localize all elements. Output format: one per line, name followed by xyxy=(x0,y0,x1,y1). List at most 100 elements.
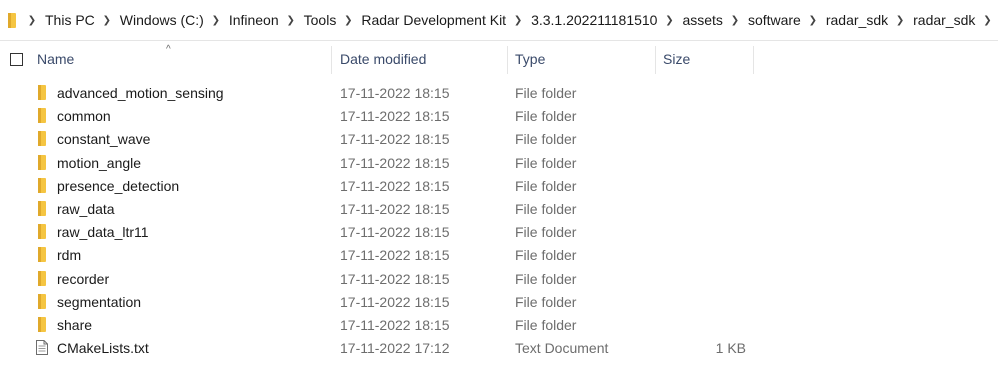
breadcrumb-label[interactable]: radar_sdk xyxy=(911,12,977,28)
chevron-right-icon[interactable]: ❯ xyxy=(511,12,525,28)
column-divider[interactable] xyxy=(331,46,332,74)
column-divider[interactable] xyxy=(655,46,656,74)
breadcrumb-label[interactable]: radar_sdk xyxy=(824,12,890,28)
file-row[interactable]: rdm 17-11-2022 18:15 File folder xyxy=(0,244,998,267)
breadcrumb-item[interactable]: ❯ Infineon xyxy=(206,12,281,28)
folder-icon xyxy=(38,270,46,289)
file-row[interactable]: advanced_motion_sensing 17-11-2022 18:15 F… xyxy=(0,82,998,105)
chevron-right-icon[interactable]: ❯ xyxy=(25,12,39,28)
file-size: 1 KB xyxy=(715,340,746,357)
file-name[interactable]: CMakeLists.txt xyxy=(57,340,149,356)
breadcrumb-label[interactable]: Infineon xyxy=(227,12,281,28)
chevron-right-icon[interactable]: ❯ xyxy=(662,12,676,28)
file-name[interactable]: raw_data_ltr11 xyxy=(57,224,149,240)
column-divider[interactable] xyxy=(753,46,754,74)
chevron-right-icon[interactable]: ❯ xyxy=(806,12,820,28)
file-type: File folder xyxy=(515,316,577,333)
file-name[interactable]: motion_angle xyxy=(57,155,141,171)
breadcrumb-item[interactable]: ❯ radar_sdk xyxy=(890,12,977,28)
breadcrumb-item[interactable]: ❯ assets xyxy=(659,12,724,28)
file-date-modified: 17-11-2022 18:15 xyxy=(340,131,450,148)
breadcrumb-item[interactable]: ❯ radar_sdk xyxy=(803,12,890,28)
select-all-checkbox[interactable] xyxy=(10,53,23,66)
breadcrumb-item[interactable]: ❯ Tools xyxy=(281,12,339,28)
file-name[interactable]: common xyxy=(57,108,111,124)
breadcrumb-item[interactable]: ❯ Windows (C:) xyxy=(97,12,206,28)
file-name[interactable]: constant_wave xyxy=(57,131,150,147)
breadcrumb-label[interactable]: This PC xyxy=(43,12,97,28)
column-divider[interactable] xyxy=(507,46,508,74)
chevron-right-icon[interactable]: ❯ xyxy=(284,12,298,28)
breadcrumb-item[interactable]: ❯ 3.3.1.202211181510 xyxy=(508,12,659,28)
column-name-header[interactable]: Name xyxy=(37,51,74,67)
file-name[interactable]: share xyxy=(57,317,92,333)
chevron-right-icon[interactable]: ❯ xyxy=(728,12,742,28)
file-name[interactable]: rdm xyxy=(57,247,81,263)
file-date-modified: 17-11-2022 18:15 xyxy=(340,316,450,333)
sort-ascending-icon: ^ xyxy=(166,44,171,55)
file-type: File folder xyxy=(515,177,577,194)
breadcrumb-label[interactable]: Tools xyxy=(302,12,339,28)
breadcrumb-item[interactable]: ❯ This PC xyxy=(22,12,97,28)
file-type: File folder xyxy=(515,270,577,287)
breadcrumb-item[interactable]: ❯ software xyxy=(725,12,803,28)
folder-icon xyxy=(38,177,46,196)
column-type-header[interactable]: Type xyxy=(515,51,545,67)
file-name[interactable]: advanced_motion_sensing xyxy=(57,85,224,101)
breadcrumb-label[interactable]: 3.3.1.202211181510 xyxy=(529,12,659,28)
breadcrumb: ❯ This PC ❯ Windows (C:) ❯ Infineon ❯ Tools ❯ Rad… xyxy=(22,0,998,40)
file-name[interactable]: raw_data xyxy=(57,201,115,217)
folder-icon xyxy=(38,316,46,335)
file-date-modified: 17-11-2022 18:15 xyxy=(340,270,450,287)
file-row[interactable]: share 17-11-2022 18:15 File folder xyxy=(0,314,998,337)
file-type: File folder xyxy=(515,85,577,101)
breadcrumb-label[interactable]: assets xyxy=(680,12,724,28)
file-date-modified: 17-11-2022 17:12 xyxy=(340,340,450,357)
file-row[interactable]: raw_data 17-11-2022 18:15 File folder xyxy=(0,198,998,221)
chevron-right-icon[interactable]: ❯ xyxy=(341,12,355,28)
file-row[interactable]: raw_data_ltr11 17-11-2022 18:15 File folde… xyxy=(0,221,998,244)
file-type: File folder xyxy=(515,131,577,148)
folder-icon xyxy=(38,200,46,219)
chevron-right-icon[interactable]: ❯ xyxy=(893,12,907,28)
text-file-icon xyxy=(36,340,48,358)
folder-icon xyxy=(38,293,46,312)
file-date-modified: 17-11-2022 18:15 xyxy=(340,200,450,217)
file-date-modified: 17-11-2022 18:15 xyxy=(340,85,450,101)
file-date-modified: 17-11-2022 18:15 xyxy=(340,154,450,171)
file-name[interactable]: segmentation xyxy=(57,294,141,310)
file-type: File folder xyxy=(515,108,577,125)
chevron-right-icon[interactable]: ❯ xyxy=(209,12,223,28)
file-name[interactable]: presence_detection xyxy=(57,178,179,194)
column-header: ^ Name Date modified Type Size xyxy=(0,44,998,76)
file-name[interactable]: recorder xyxy=(57,271,109,287)
file-type: File folder xyxy=(515,224,577,241)
file-date-modified: 17-11-2022 18:15 xyxy=(340,224,450,241)
folder-icon xyxy=(8,13,16,28)
file-row[interactable]: constant_wave 17-11-2022 18:15 File folder xyxy=(0,128,998,151)
breadcrumb-label[interactable]: Radar Development Kit xyxy=(359,12,508,28)
file-row[interactable]: motion_angle 17-11-2022 18:15 File folder xyxy=(0,152,998,175)
folder-icon xyxy=(38,154,46,173)
file-row[interactable]: presence_detection 17-11-2022 18:15 File f… xyxy=(0,175,998,198)
breadcrumb-item[interactable]: ❯apps xyxy=(977,12,998,28)
chevron-right-icon[interactable]: ❯ xyxy=(980,12,994,28)
column-size-header[interactable]: Size xyxy=(663,51,690,67)
breadcrumb-label[interactable]: Windows (C:) xyxy=(118,12,206,28)
address-bar[interactable]: ❯ This PC ❯ Windows (C:) ❯ Infineon ❯ Tools ❯ Rad… xyxy=(0,0,998,41)
folder-icon xyxy=(38,224,46,242)
file-row[interactable]: CMakeLists.txt 17-11-2022 17:12 Text Docum… xyxy=(0,337,998,360)
file-row[interactable]: segmentation 17-11-2022 18:15 File folder xyxy=(0,291,998,314)
file-date-modified: 17-11-2022 18:15 xyxy=(340,293,450,310)
breadcrumb-item[interactable]: ❯ Radar Development Kit xyxy=(338,12,508,28)
file-type: File folder xyxy=(515,293,577,310)
file-row[interactable]: recorder 17-11-2022 18:15 File folder xyxy=(0,268,998,291)
file-list: advanced_motion_sensing 17-11-2022 18:15 F… xyxy=(0,82,998,360)
folder-icon xyxy=(38,247,46,265)
file-row[interactable]: common 17-11-2022 18:15 File folder xyxy=(0,105,998,128)
column-date-header[interactable]: Date modified xyxy=(340,51,426,67)
breadcrumb-label[interactable]: software xyxy=(746,12,803,28)
file-date-modified: 17-11-2022 18:15 xyxy=(340,108,450,125)
file-date-modified: 17-11-2022 18:15 xyxy=(340,177,450,194)
chevron-right-icon[interactable]: ❯ xyxy=(100,12,114,28)
